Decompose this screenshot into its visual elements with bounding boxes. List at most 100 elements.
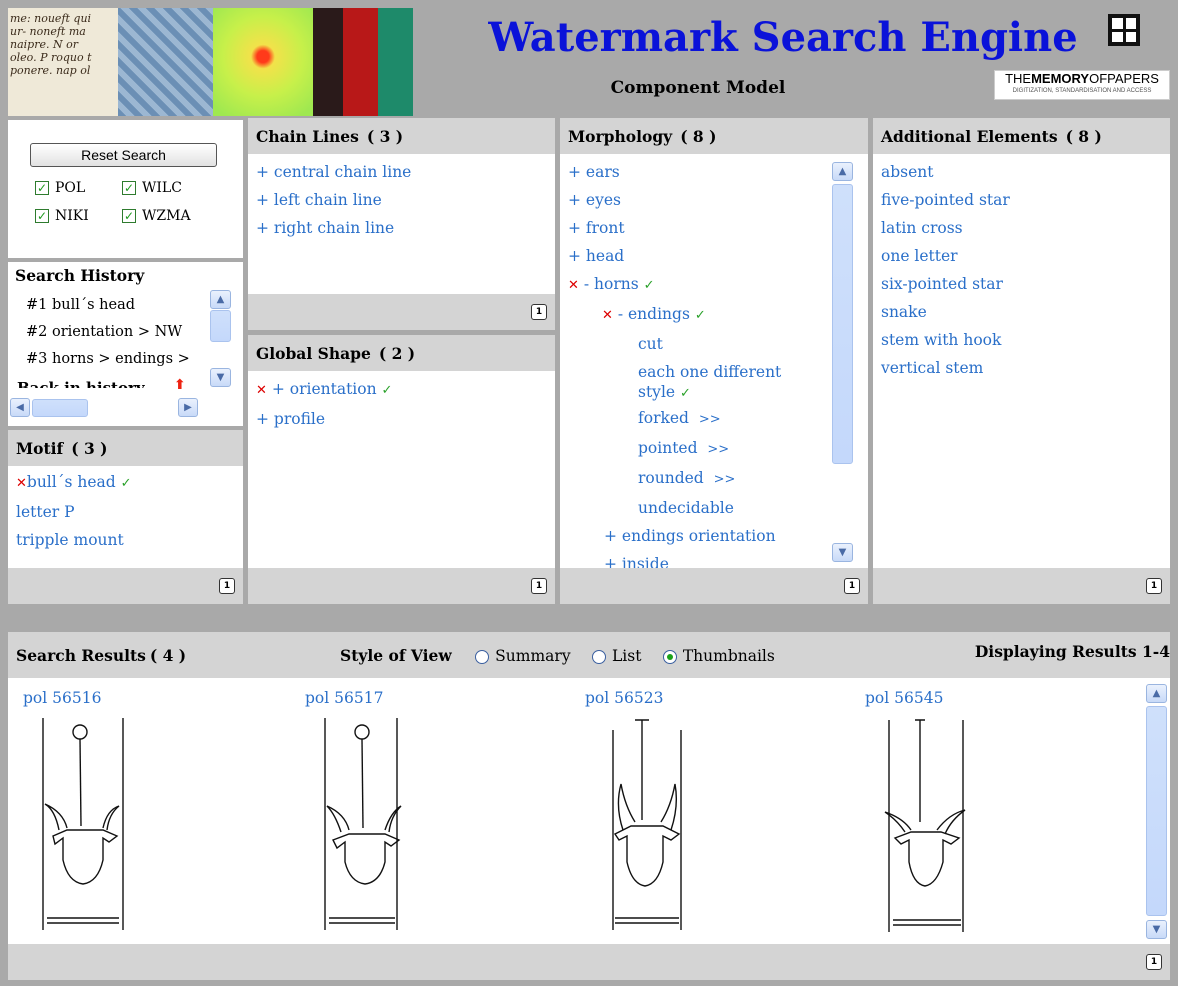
morphology-item-horns[interactable]: ✕ - horns ✓ bbox=[568, 270, 828, 300]
page-button[interactable]: 1 bbox=[219, 578, 235, 594]
motif-item[interactable]: tripple mount bbox=[16, 526, 243, 554]
history-vertical-scrollbar[interactable]: ▲ ▼ bbox=[210, 290, 231, 394]
watermark-thumbnail[interactable] bbox=[23, 710, 143, 935]
result-card[interactable]: pol 56517 bbox=[305, 688, 425, 938]
history-item[interactable]: #3 horns > endings > bbox=[26, 346, 204, 373]
scroll-left-icon[interactable]: ◀ bbox=[10, 398, 30, 417]
additional-item[interactable]: absent bbox=[881, 158, 1170, 186]
remove-icon[interactable]: ✕ bbox=[16, 476, 27, 491]
watermark-thumbnail[interactable] bbox=[585, 710, 705, 935]
horns-label[interactable]: - horns bbox=[584, 275, 639, 293]
source-checkbox-wzma[interactable]: ✓ WZMA bbox=[122, 208, 191, 224]
global-shape-item-label[interactable]: + orientation bbox=[272, 380, 377, 398]
page-button[interactable]: 1 bbox=[844, 578, 860, 594]
morphology-item-eyes[interactable]: + eyes bbox=[568, 186, 828, 214]
scroll-thumb[interactable] bbox=[832, 184, 853, 464]
expand-arrows-icon[interactable]: >> bbox=[714, 472, 736, 487]
result-id-link[interactable]: pol 56545 bbox=[865, 688, 985, 708]
history-item[interactable]: #2 orientation > NW bbox=[26, 319, 204, 346]
back-arrow-icon[interactable]: ⬆ bbox=[174, 377, 186, 393]
source-checkbox-niki[interactable]: ✓ NIKI bbox=[35, 208, 89, 224]
scroll-thumb[interactable] bbox=[32, 399, 88, 417]
ending-option-undecidable[interactable]: undecidable bbox=[568, 494, 828, 522]
checkbox-checked-icon[interactable]: ✓ bbox=[122, 209, 136, 223]
additional-item[interactable]: one letter bbox=[881, 242, 1170, 270]
ending-option-label[interactable]: forked bbox=[638, 409, 689, 427]
result-id-link[interactable]: pol 56517 bbox=[305, 688, 425, 708]
expand-arrows-icon[interactable]: >> bbox=[699, 412, 721, 427]
ending-option-rounded[interactable]: rounded >> bbox=[568, 464, 828, 494]
page-button[interactable]: 1 bbox=[1146, 578, 1162, 594]
scroll-down-icon[interactable]: ▼ bbox=[210, 368, 231, 387]
remove-icon[interactable]: ✕ bbox=[256, 383, 267, 398]
additional-item[interactable]: snake bbox=[881, 298, 1170, 326]
radio-selected-icon[interactable] bbox=[662, 650, 677, 664]
source-checkbox-pol[interactable]: ✓ POL bbox=[35, 180, 85, 196]
result-card[interactable]: pol 56516 bbox=[23, 688, 143, 938]
checkbox-checked-icon[interactable]: ✓ bbox=[35, 181, 49, 195]
additional-item[interactable]: six-pointed star bbox=[881, 270, 1170, 298]
view-radio-thumbnails[interactable]: Thumbnails bbox=[662, 647, 775, 665]
watermark-thumbnail[interactable] bbox=[305, 710, 425, 935]
radio-button-icon[interactable] bbox=[475, 650, 490, 664]
result-card[interactable]: pol 56523 bbox=[585, 688, 705, 938]
source-checkbox-wilc[interactable]: ✓ WILC bbox=[122, 180, 182, 196]
ending-option-cut[interactable]: cut bbox=[568, 330, 828, 358]
morphology-scrollbar[interactable]: ▲ ▼ bbox=[832, 160, 853, 564]
morphology-item-head[interactable]: + head bbox=[568, 242, 828, 270]
motif-item-bulls-head[interactable]: ✕bull´s head ✓ bbox=[16, 468, 243, 498]
scroll-thumb[interactable] bbox=[1146, 706, 1167, 916]
result-id-link[interactable]: pol 56516 bbox=[23, 688, 143, 708]
morphology-item-ears[interactable]: + ears bbox=[568, 158, 828, 186]
remove-icon[interactable]: ✕ bbox=[568, 278, 579, 293]
scroll-right-icon[interactable]: ▶ bbox=[178, 398, 198, 417]
motif-item[interactable]: letter P bbox=[16, 498, 243, 526]
endings-label[interactable]: - endings bbox=[618, 305, 690, 323]
view-radio-summary[interactable]: Summary bbox=[475, 647, 571, 665]
reset-search-button[interactable]: Reset Search bbox=[30, 143, 217, 167]
page-button[interactable]: 1 bbox=[1146, 954, 1162, 970]
page-button[interactable]: 1 bbox=[531, 578, 547, 594]
page-button[interactable]: 1 bbox=[531, 304, 547, 320]
additional-item[interactable]: vertical stem bbox=[881, 354, 1170, 382]
ending-option-pointed[interactable]: pointed >> bbox=[568, 434, 828, 464]
checkbox-checked-icon[interactable]: ✓ bbox=[122, 181, 136, 195]
global-shape-item-orientation[interactable]: ✕ + orientation ✓ bbox=[256, 375, 555, 405]
morphology-item-inside[interactable]: + inside bbox=[568, 550, 828, 568]
remove-icon[interactable]: ✕ bbox=[602, 308, 613, 323]
scroll-down-icon[interactable]: ▼ bbox=[832, 543, 853, 562]
expand-arrows-icon[interactable]: >> bbox=[707, 442, 729, 457]
results-scrollbar[interactable]: ▲ ▼ bbox=[1146, 682, 1167, 940]
additional-item[interactable]: latin cross bbox=[881, 214, 1170, 242]
chain-line-item[interactable]: + right chain line bbox=[256, 214, 555, 242]
back-in-history-link[interactable]: Back in history bbox=[17, 376, 195, 388]
chain-line-item[interactable]: + left chain line bbox=[256, 186, 555, 214]
ending-option-label[interactable]: each one different bbox=[638, 362, 828, 382]
motif-item-label[interactable]: bull´s head bbox=[27, 473, 116, 491]
morphology-item-endings-orientation[interactable]: + endings orientation bbox=[568, 522, 828, 550]
scroll-up-icon[interactable]: ▲ bbox=[210, 290, 231, 309]
result-id-link[interactable]: pol 56523 bbox=[585, 688, 705, 708]
scroll-down-icon[interactable]: ▼ bbox=[1146, 920, 1167, 939]
ending-option-each-different[interactable]: each one different style ✓ bbox=[568, 358, 828, 404]
ending-option-label[interactable]: pointed bbox=[638, 439, 698, 457]
radio-button-icon[interactable] bbox=[591, 650, 606, 664]
scroll-up-icon[interactable]: ▲ bbox=[1146, 684, 1167, 703]
result-card[interactable]: pol 56545 bbox=[865, 688, 985, 938]
view-radio-list[interactable]: List bbox=[591, 647, 641, 665]
history-item[interactable]: #1 bull´s head bbox=[26, 292, 204, 319]
ending-option-label[interactable]: style bbox=[638, 383, 675, 401]
ending-option-forked[interactable]: forked >> bbox=[568, 404, 828, 434]
additional-item[interactable]: stem with hook bbox=[881, 326, 1170, 354]
history-horizontal-scrollbar[interactable]: ◀ ▶ bbox=[10, 398, 210, 418]
view-option-label[interactable]: List bbox=[612, 647, 641, 665]
morphology-item-front[interactable]: + front bbox=[568, 214, 828, 242]
scroll-up-icon[interactable]: ▲ bbox=[832, 162, 853, 181]
global-shape-item[interactable]: + profile bbox=[256, 405, 555, 433]
morphology-item-endings[interactable]: ✕ - endings ✓ bbox=[568, 300, 828, 330]
scroll-thumb[interactable] bbox=[210, 310, 231, 342]
watermark-thumbnail[interactable] bbox=[865, 710, 985, 935]
checkbox-checked-icon[interactable]: ✓ bbox=[35, 209, 49, 223]
chain-line-item[interactable]: + central chain line bbox=[256, 158, 555, 186]
additional-item[interactable]: five-pointed star bbox=[881, 186, 1170, 214]
